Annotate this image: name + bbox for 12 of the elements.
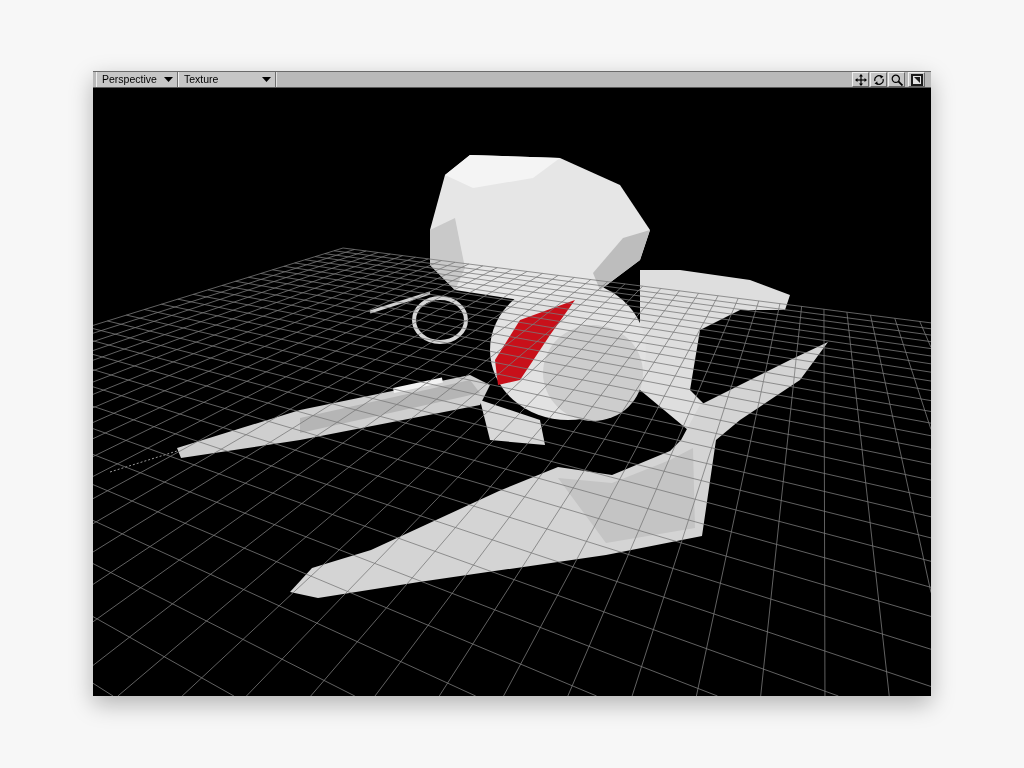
four-way-arrows-icon — [854, 73, 867, 86]
view-mode-dropdown[interactable]: Perspective — [96, 72, 178, 87]
maximize-icon — [910, 73, 923, 86]
circular-arrows-icon — [872, 73, 885, 86]
caret-icon — [262, 77, 271, 82]
zoom-button[interactable] — [888, 72, 905, 87]
maximize-button[interactable] — [908, 72, 925, 87]
caret-icon — [164, 77, 173, 82]
rotate-button[interactable] — [870, 72, 887, 87]
render-mode-dropdown[interactable]: Texture — [178, 72, 276, 87]
move-button[interactable] — [852, 72, 869, 87]
magnifier-icon — [890, 73, 903, 86]
